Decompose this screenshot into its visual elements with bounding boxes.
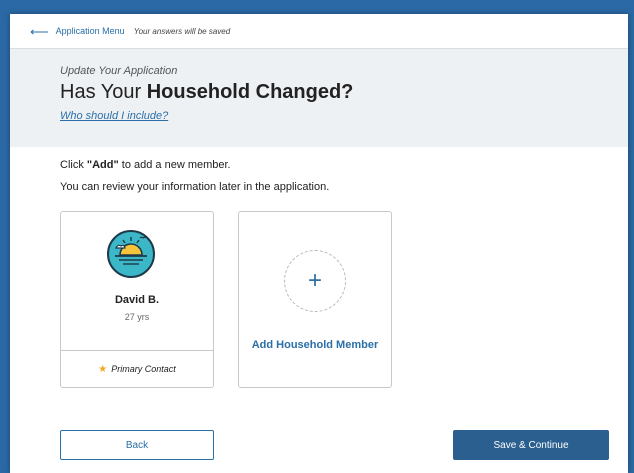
plus-icon: + <box>307 267 322 294</box>
member-card[interactable]: David B. 27 yrs ★ Primary Contact <box>60 211 214 388</box>
member-age: 27 yrs <box>124 312 150 322</box>
page-header: Update Your Application Has Your Househo… <box>10 49 628 147</box>
page-subtitle: Update Your Application <box>60 65 178 77</box>
sunrise-avatar-icon <box>107 230 155 278</box>
instruction-add: Click "Add" to add a new member. <box>60 159 628 171</box>
page-title-bold: Household Changed? <box>146 81 354 103</box>
primary-contact-badge: ★ Primary Contact <box>61 350 213 387</box>
household-cards: David B. 27 yrs ★ Primary Contact + Add … <box>60 211 628 401</box>
saved-note: Your answers will be saved <box>133 26 231 36</box>
back-arrow-icon[interactable]: ⟵ <box>30 25 49 38</box>
application-menu-link[interactable]: Application Menu <box>56 26 125 36</box>
add-household-member-label: Add Household Member <box>251 339 379 351</box>
member-name: David B. <box>114 294 159 306</box>
instruction-add-bold: "Add" <box>86 159 119 171</box>
instruction-add-suffix: to add a new member. <box>118 159 231 171</box>
top-bar: ⟵ Application Menu Your answers will be … <box>10 14 628 49</box>
star-icon: ★ <box>98 363 108 375</box>
application-window: ⟵ Application Menu Your answers will be … <box>10 14 628 473</box>
page-title-prefix: Has Your <box>60 81 147 103</box>
add-household-member-card[interactable]: + Add Household Member <box>238 211 392 388</box>
main-content: Click "Add" to add a new member. You can… <box>10 147 628 401</box>
who-should-i-include-link[interactable]: Who should I include? <box>60 110 168 122</box>
member-role: Primary Contact <box>111 364 176 374</box>
back-button[interactable]: Back <box>60 430 214 460</box>
instruction-review: You can review your information later in… <box>60 181 330 193</box>
add-plus-circle[interactable]: + <box>284 250 346 312</box>
save-continue-button[interactable]: Save & Continue <box>453 430 609 460</box>
instruction-add-prefix: Click <box>60 159 87 171</box>
page-title: Has Your Household Changed? <box>60 81 628 104</box>
